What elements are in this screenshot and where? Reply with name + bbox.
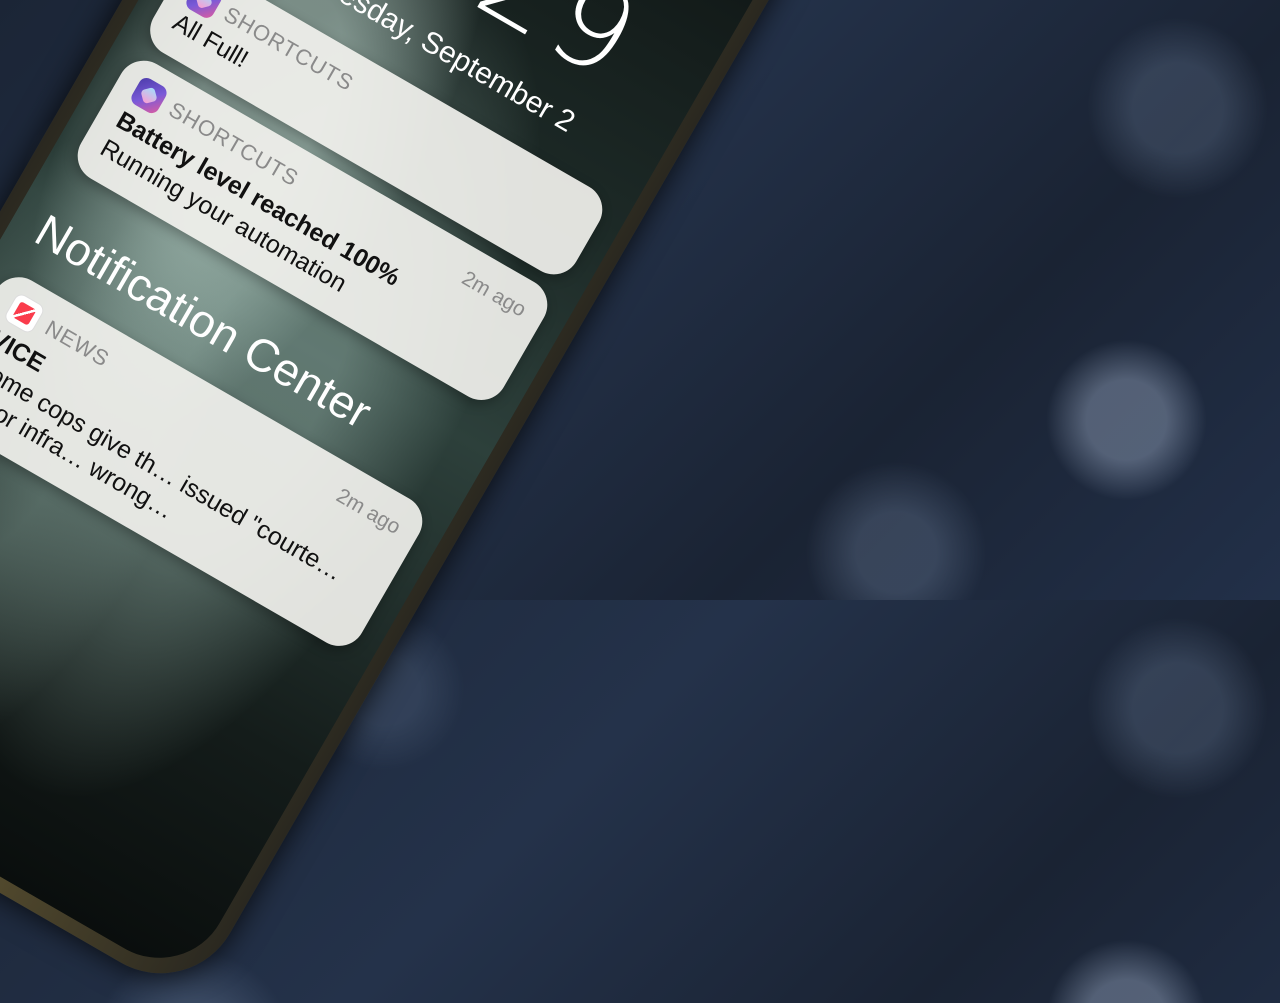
shortcuts-app-icon bbox=[128, 75, 170, 117]
news-app-icon bbox=[2, 291, 47, 336]
iphone: 11:29 Wednesday, September 2 SHORTCUTS A… bbox=[0, 0, 815, 1003]
